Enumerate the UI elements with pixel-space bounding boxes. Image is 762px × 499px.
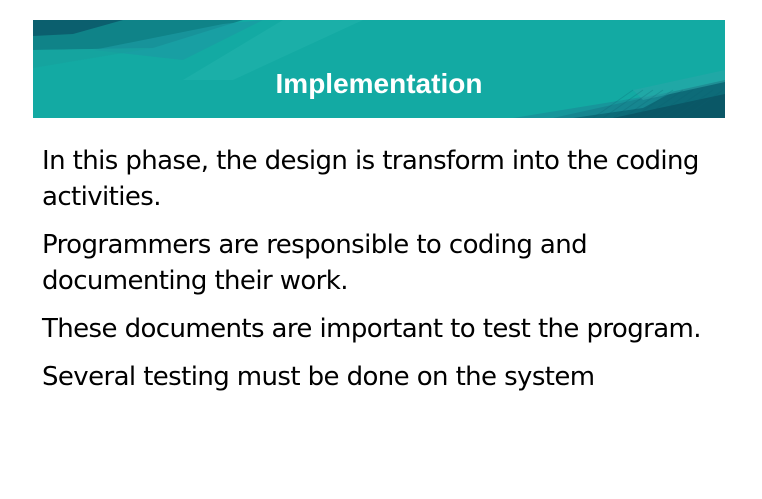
body-paragraph-3: These documents are important to test th… bbox=[42, 314, 702, 344]
body-paragraph-1: In this phase, the design is transform i… bbox=[42, 146, 699, 212]
slide-body: In this phase, the design is transform i… bbox=[42, 143, 702, 407]
slide: Implementation In this phase, the design… bbox=[0, 0, 762, 499]
body-paragraph-4: Several testing must be done on the syst… bbox=[42, 362, 595, 392]
slide-title: Implementation bbox=[275, 68, 483, 99]
title-banner: Implementation bbox=[33, 20, 725, 118]
body-paragraph-2: Programmers are responsible to coding an… bbox=[42, 230, 588, 296]
